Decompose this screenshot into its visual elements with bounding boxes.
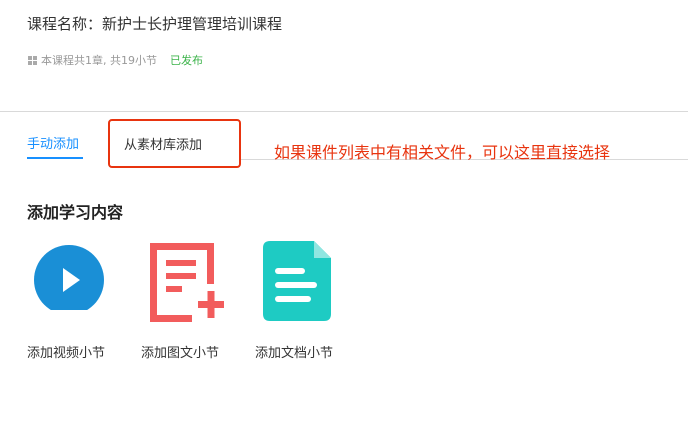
document-icon [263, 241, 331, 321]
graphic-add-icon [150, 243, 224, 322]
course-title: 课程名称：新护士长护理管理培训课程 [27, 15, 283, 33]
course-meta: 本课程共1章, 共19小节 已发布 [28, 52, 203, 68]
active-tab-indicator [27, 157, 83, 159]
tab-library-add-label: 从素材库添加 [124, 138, 203, 153]
add-document-section-button[interactable]: 添加文档小节 [255, 238, 345, 368]
annotation-note: 如果课件列表中有相关文件，可以这里直接选择 [274, 143, 611, 162]
status-badge: 已发布 [170, 54, 203, 67]
divider [0, 111, 688, 112]
add-document-section-label: 添加文档小节 [255, 346, 334, 361]
course-content-page: 课程名称：新护士长护理管理培训课程 本课程共1章, 共19小节 已发布 手动添加… [0, 0, 688, 438]
add-graphic-section-button[interactable]: 添加图文小节 [141, 238, 231, 368]
tab-library-add[interactable]: 从素材库添加 [108, 119, 241, 168]
tab-manual-add[interactable]: 手动添加 [27, 133, 79, 152]
grid-icon [28, 55, 37, 65]
section-heading: 添加学习内容 [27, 203, 124, 222]
add-video-section-button[interactable]: 添加视频小节 [27, 238, 117, 368]
add-graphic-section-label: 添加图文小节 [141, 346, 220, 361]
course-summary: 本课程共1章, 共19小节 [41, 54, 157, 67]
add-video-section-label: 添加视频小节 [27, 346, 106, 361]
play-circle-icon [34, 245, 104, 310]
